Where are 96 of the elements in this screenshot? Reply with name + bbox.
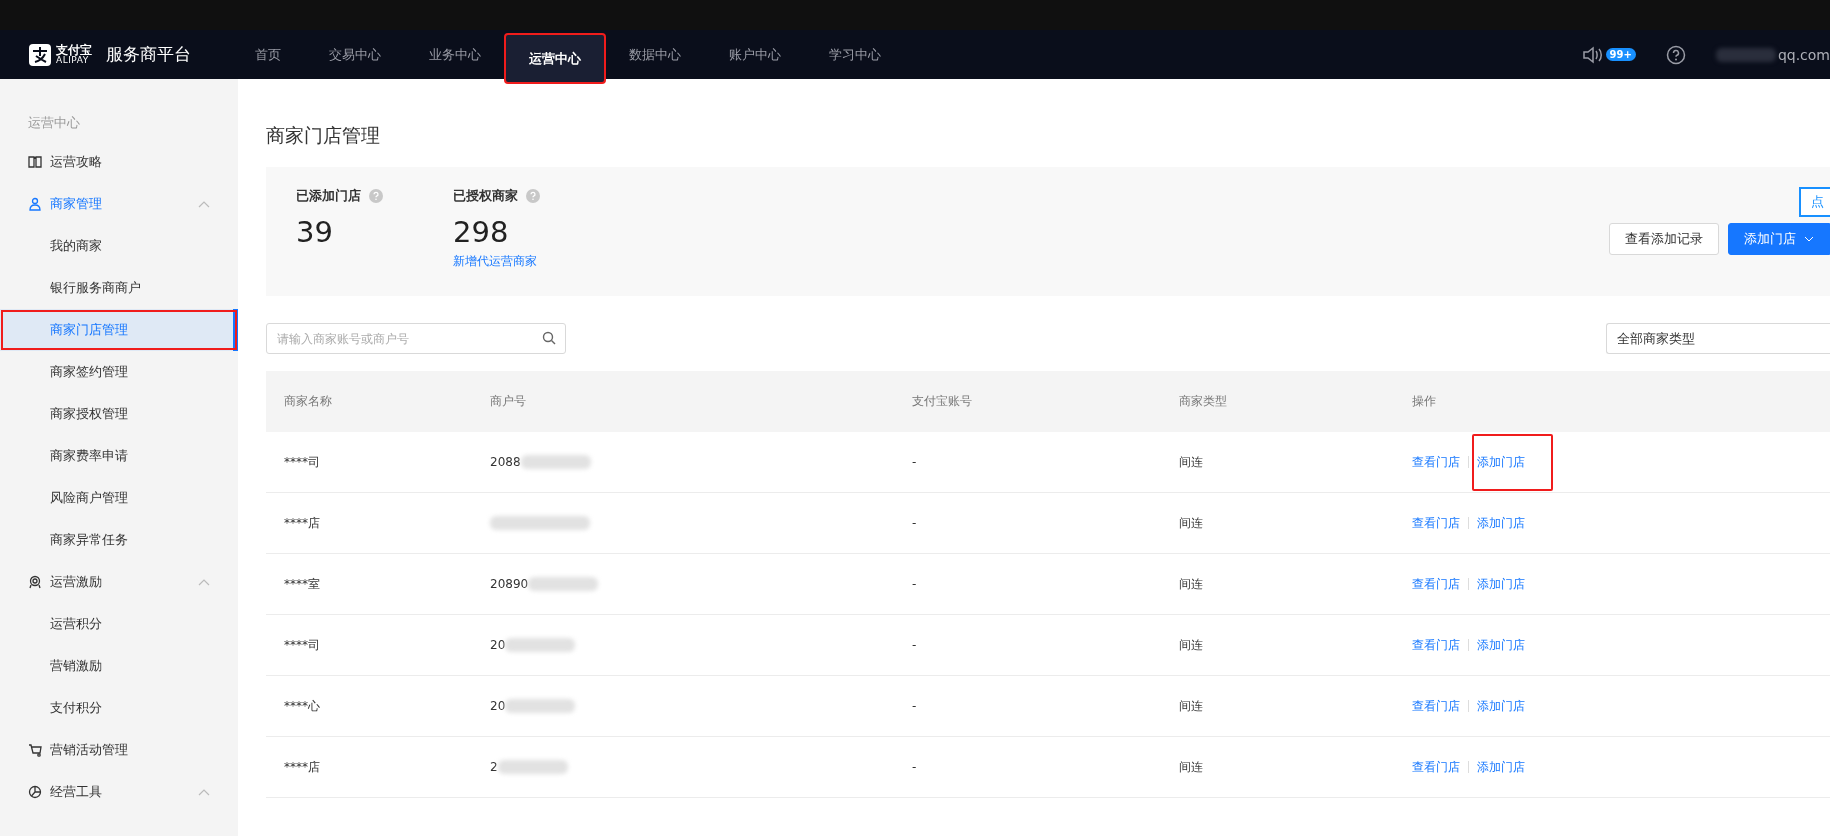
tooltip: 点: [1799, 187, 1830, 217]
logo-subtext: ALIPAY: [56, 56, 89, 65]
table-cell-text: ****店: [284, 758, 321, 776]
table-cell-text: ****司: [284, 453, 321, 471]
table-cell-text: ****店: [284, 514, 321, 532]
add-merchant-link[interactable]: 新增代运营商家: [453, 253, 540, 270]
table-cell-text: 间连: [1179, 636, 1204, 654]
table-action-link[interactable]: 查看门店: [1412, 575, 1460, 593]
speaker-icon[interactable]: [1581, 44, 1604, 65]
redacted-mark: [1715, 47, 1776, 62]
sidebar-subitem[interactable]: 营销激励: [0, 645, 238, 687]
caret-icon: [1804, 236, 1814, 242]
sidebar-item[interactable]: 经营工具: [0, 771, 238, 813]
table-action-link[interactable]: 添加门店: [1477, 758, 1525, 776]
nav-tab[interactable]: 运营中心: [505, 34, 605, 83]
redacted-mark: [520, 455, 591, 469]
nav-tab[interactable]: 业务中心: [405, 30, 505, 79]
table-action-link[interactable]: 添加门店: [1477, 575, 1525, 593]
stat-label: 已授权商家: [453, 187, 518, 205]
notification-badge: 99+: [1605, 48, 1636, 61]
search-icon[interactable]: [542, 331, 556, 345]
platform-title: 服务商平台: [106, 43, 191, 66]
book-icon: [28, 155, 42, 169]
column-header: 支付宝账号: [912, 393, 973, 410]
redacted-mark: [505, 699, 576, 713]
table-cell: 20: [490, 699, 506, 713]
sidebar-subitem[interactable]: 商家授权管理: [0, 393, 238, 435]
table-cell-text: 间连: [1179, 453, 1204, 471]
sidebar-subitem[interactable]: 商家签约管理: [0, 351, 238, 393]
account-email[interactable]: qq.com: [1777, 46, 1830, 63]
sidebar-subitem[interactable]: 商家门店管理: [0, 309, 238, 351]
table-cell-text: ****心: [284, 697, 321, 715]
sidebar-item[interactable]: 营销活动管理: [0, 729, 238, 771]
table-cell: 2: [490, 760, 498, 774]
table-cell-text: ****室: [284, 575, 321, 593]
logo-text: 支付宝: [56, 44, 92, 56]
table-cell-text: -: [912, 516, 918, 530]
sidebar-subitem[interactable]: 银行服务商商户: [0, 267, 238, 309]
redacted-mark: [528, 577, 599, 591]
column-header: 商户号: [490, 393, 527, 410]
sidebar-subitem[interactable]: 运营积分: [0, 603, 238, 645]
nav-tab[interactable]: 首页: [231, 30, 305, 79]
table-cell: 20890: [490, 577, 529, 591]
page-title: 商家门店管理: [266, 123, 381, 148]
sidebar-subitem[interactable]: 我的商家: [0, 225, 238, 267]
table-cell-text: -: [912, 455, 918, 469]
stat-value: 39: [296, 215, 334, 249]
person-icon: [28, 197, 42, 211]
sidebar-heading: 运营中心: [27, 114, 81, 132]
table-cell-text: -: [912, 638, 918, 652]
table-cell-text: ****司: [284, 636, 321, 654]
table-cell: 20: [490, 638, 506, 652]
medal-icon: [28, 575, 42, 589]
table-action-link[interactable]: 添加门店: [1477, 697, 1525, 715]
table-action-link[interactable]: 查看门店: [1412, 697, 1460, 715]
nav-tab[interactable]: 学习中心: [805, 30, 905, 79]
cart-icon: [28, 743, 42, 757]
stat-value: 298: [453, 215, 510, 249]
table-cell-text: 间连: [1179, 575, 1204, 593]
pie-chart-icon: [28, 785, 42, 799]
sidebar-subitem[interactable]: 商家费率申请: [0, 435, 238, 477]
stat-label: 已添加门店: [296, 187, 361, 205]
logo-icon: [28, 42, 52, 67]
table-cell-text: -: [912, 760, 918, 774]
column-header: 商家名称: [284, 393, 333, 410]
sidebar-subitem[interactable]: 支付积分: [0, 687, 238, 729]
table-cell-text: -: [912, 577, 918, 591]
help-icon[interactable]: [1665, 44, 1686, 65]
type-select[interactable]: 全部商家类型: [1606, 323, 1830, 354]
table-cell-text: 间连: [1179, 514, 1204, 532]
sidebar-item[interactable]: 商家管理: [0, 183, 238, 225]
table-cell-text: -: [912, 699, 918, 713]
table-action-link[interactable]: 添加门店: [1477, 636, 1525, 654]
column-header: 操作: [1412, 393, 1437, 410]
nav-tab[interactable]: 交易中心: [305, 30, 405, 79]
table-cell: 2088: [490, 455, 521, 469]
table-cell-text: 间连: [1179, 697, 1204, 715]
add-store-button[interactable]: 添加门店: [1728, 223, 1830, 255]
search-field[interactable]: 请输入商家账号或商户号: [266, 323, 566, 354]
column-header: 商家类型: [1179, 393, 1228, 410]
redacted-mark: [505, 638, 576, 652]
redacted-mark: [497, 760, 568, 774]
view-records-button[interactable]: 查看添加记录: [1609, 223, 1719, 255]
sidebar-item[interactable]: 运营激励: [0, 561, 238, 603]
sidebar-item[interactable]: 运营攻略: [0, 141, 238, 183]
nav-tab[interactable]: 数据中心: [605, 30, 705, 79]
table-action-link[interactable]: 添加门店: [1477, 514, 1525, 532]
table-cell-text: 间连: [1179, 758, 1204, 776]
sidebar-subitem[interactable]: 商家异常任务: [0, 519, 238, 561]
table-action-link[interactable]: 查看门店: [1412, 514, 1460, 532]
table-action-link[interactable]: 查看门店: [1412, 636, 1460, 654]
table-action-link[interactable]: 查看门店: [1412, 758, 1460, 776]
sidebar-subitem[interactable]: 风险商户管理: [0, 477, 238, 519]
table-action-link[interactable]: 添加门店: [1477, 453, 1525, 471]
table-action-link[interactable]: 查看门店: [1412, 453, 1460, 471]
nav-tab[interactable]: 账户中心: [705, 30, 805, 79]
